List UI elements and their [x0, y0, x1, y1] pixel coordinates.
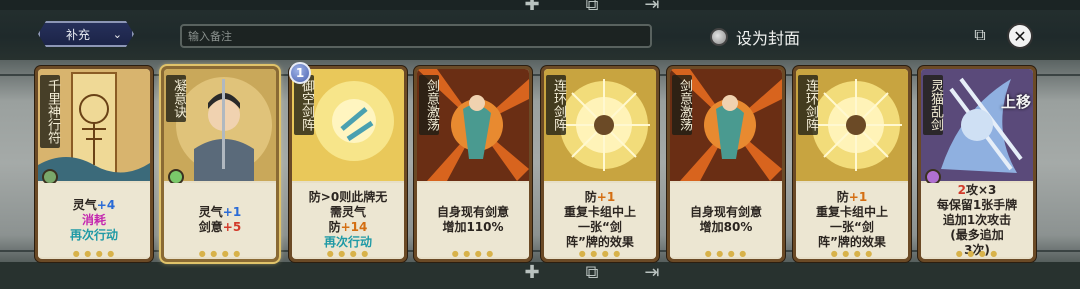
export-icon[interactable]: ⇥	[642, 0, 662, 15]
export-icon[interactable]: ⇥	[642, 262, 662, 283]
card-name: 灵猫乱剑	[923, 75, 943, 135]
desc-text: 需灵气	[329, 205, 366, 219]
desc-text: 自身现有剑意	[689, 205, 762, 219]
top-icon-row: ✚ ⧉ ⇥	[522, 0, 662, 15]
desc-value: +1	[848, 190, 868, 204]
card-dots: ● ● ● ●	[578, 249, 622, 258]
card-name: 御空剑阵	[294, 75, 314, 135]
card-jianyi-jidang[interactable]: 剑意激荡 自身现有剑意 增加110% ● ● ● ●	[414, 66, 532, 262]
card-dots: ● ● ● ●	[451, 249, 495, 258]
card-dots: ● ● ● ●	[704, 249, 748, 258]
card-jianyi-jidang[interactable]: 剑意激荡 自身现有剑意 增加80% ● ● ● ●	[667, 66, 785, 262]
desc-text: 攻×3	[965, 182, 997, 197]
card-name: 连环剑阵	[798, 75, 818, 135]
copy-icon[interactable]: ⧉	[970, 25, 990, 47]
close-icon[interactable]: ✕	[1007, 23, 1033, 49]
card-lingmao-luanjian[interactable]: 灵猫乱剑 上移 下移 2攻×3 每保留1张手牌 追加1次攻击 (最多追加 3次)…	[918, 66, 1036, 262]
desc-text: 防>0则此牌无	[308, 190, 388, 204]
dropdown-value: 补充	[66, 27, 91, 42]
add-icon[interactable]: ✚	[522, 262, 542, 283]
desc-text: 自身现有剑意	[436, 205, 509, 219]
card-name: 剑意激荡	[419, 75, 439, 135]
card-description: 2攻×3 每保留1张手牌 追加1次攻击 (最多追加 3次)	[921, 183, 1033, 257]
desc-value: +1	[596, 190, 616, 204]
add-icon[interactable]: ✚	[522, 0, 542, 15]
card-dots: ● ● ● ●	[955, 249, 999, 258]
card-name: 剑意激荡	[672, 75, 692, 135]
card-description: 防>0则此牌无 需灵气 防+14 再次行动	[292, 183, 404, 257]
desc-value: +5	[222, 220, 242, 234]
desc-text: 防	[328, 220, 341, 234]
card-dots: ● ● ● ●	[198, 249, 242, 258]
card-dots: ● ● ● ●	[326, 249, 370, 258]
level-badge: 1	[289, 62, 311, 84]
desc-text: 一张“剑	[830, 220, 874, 234]
card-name: 凝意诀	[166, 75, 186, 122]
category-dropdown[interactable]: 补充 ⌄	[38, 21, 134, 47]
desc-text: 增加110%	[442, 220, 504, 234]
desc-keyword: 消耗	[81, 212, 106, 227]
copy-icon[interactable]: ⧉	[582, 262, 602, 283]
desc-text: 灵气	[198, 205, 223, 219]
desc-text: 阵”牌的效果	[566, 235, 634, 249]
set-cover-toggle[interactable]: 设为封面	[710, 25, 800, 49]
card-description: 自身现有剑意 增加80%	[670, 183, 782, 257]
card-qianli-shenxing-fu[interactable]: 千里神行符 灵气+4 消耗 再次行动 ● ● ● ●	[35, 66, 153, 262]
set-cover-label: 设为封面	[736, 29, 801, 48]
move-up-button[interactable]: 上移	[1001, 91, 1031, 112]
card-description: 灵气+1 剑意+5	[164, 183, 276, 257]
card-description: 自身现有剑意 增加110%	[417, 183, 529, 257]
desc-text: 每保留1张手牌	[936, 197, 1018, 212]
desc-value: +4	[96, 197, 116, 212]
card-description: 灵气+4 消耗 再次行动	[38, 183, 150, 257]
desc-text: (最多追加	[950, 227, 1004, 242]
desc-text: 防	[584, 190, 597, 204]
card-name: 千里神行符	[40, 75, 60, 148]
desc-text: 重复卡组中上	[563, 205, 636, 219]
desc-text: 灵气	[72, 197, 97, 212]
desc-value: +14	[340, 220, 368, 234]
radio-button[interactable]	[710, 28, 728, 46]
card-name: 连环剑阵	[546, 75, 566, 135]
card-description: 防+1 重复卡组中上 一张“剑 阵”牌的效果	[796, 183, 908, 257]
card-dots: ● ● ● ●	[72, 249, 116, 258]
card-description: 防+1 重复卡组中上 一张“剑 阵”牌的效果	[544, 183, 656, 257]
card-yukong-jianzhen[interactable]: 御空剑阵 防>0则此牌无 需灵气 防+14 再次行动 ● ● ● ●	[289, 66, 407, 262]
card-dots: ● ● ● ●	[830, 249, 874, 258]
desc-text: 剑意	[198, 220, 223, 234]
card-ningyi-jue[interactable]: 凝意诀 灵气+1 剑意+5 ● ● ● ●	[161, 66, 279, 262]
desc-text: 追加1次攻击	[942, 212, 1012, 227]
desc-value: +1	[222, 205, 242, 219]
chevron-down-icon: ⌄	[112, 27, 122, 41]
bottom-icon-row: ✚ ⧉ ⇥	[522, 262, 662, 283]
desc-text: 一张“剑	[578, 220, 622, 234]
desc-text: 防	[836, 190, 849, 204]
desc-value: 2	[957, 182, 966, 197]
note-input[interactable]	[180, 24, 652, 48]
copy-icon[interactable]: ⧉	[582, 0, 602, 15]
desc-text: 阵”牌的效果	[818, 235, 886, 249]
desc-text: 重复卡组中上	[815, 205, 888, 219]
desc-keyword: 再次行动	[69, 227, 118, 242]
desc-keyword: 再次行动	[323, 235, 372, 249]
card-lianhuan-jianzhen[interactable]: 连环剑阵 防+1 重复卡组中上 一张“剑 阵”牌的效果 ● ● ● ●	[541, 66, 659, 262]
card-lianhuan-jianzhen[interactable]: 连环剑阵 防+1 重复卡组中上 一张“剑 阵”牌的效果 ● ● ● ●	[793, 66, 911, 262]
desc-text: 增加80%	[699, 220, 753, 234]
